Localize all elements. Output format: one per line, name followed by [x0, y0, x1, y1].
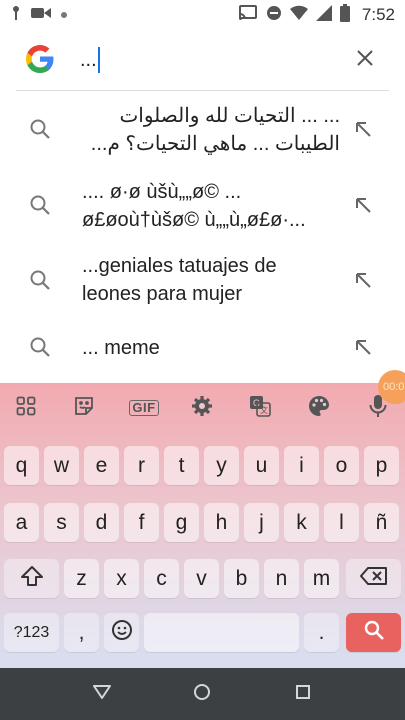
back-button[interactable] — [90, 682, 114, 706]
key-a[interactable]: a — [4, 503, 39, 542]
fill-query-arrow-icon[interactable] — [352, 118, 376, 142]
settings-icon — [191, 395, 213, 422]
suggestion-item[interactable]: ... meme — [0, 328, 405, 368]
key-s[interactable]: s — [44, 503, 79, 542]
svg-text:文: 文 — [260, 405, 268, 415]
key-n-tilde[interactable]: ñ — [364, 503, 399, 542]
shift-key[interactable] — [4, 559, 59, 598]
key-j[interactable]: j — [244, 503, 279, 542]
key-h[interactable]: h — [204, 503, 239, 542]
emoji-key[interactable] — [104, 613, 139, 652]
battery-icon — [339, 3, 350, 27]
key-p[interactable]: p — [364, 446, 399, 485]
search-icon — [28, 268, 52, 292]
key-k[interactable]: k — [284, 503, 319, 542]
home-circle-icon — [193, 683, 211, 706]
key-c[interactable]: c — [144, 559, 179, 598]
apps-grid-icon — [16, 396, 36, 421]
key-x[interactable]: x — [104, 559, 139, 598]
key-v[interactable]: v — [184, 559, 219, 598]
key-d[interactable]: d — [84, 503, 119, 542]
translate-button[interactable]: G文 — [247, 395, 273, 421]
key-t[interactable]: t — [164, 446, 199, 485]
key-e[interactable]: e — [84, 446, 119, 485]
search-icon — [28, 335, 52, 359]
signal-icon — [315, 4, 332, 26]
tool-icon — [10, 5, 22, 26]
status-bar: 7:52 — [0, 0, 405, 30]
key-l[interactable]: l — [324, 503, 359, 542]
search-icon — [28, 117, 52, 141]
symbols-key[interactable]: ?123 — [4, 613, 59, 652]
key-z[interactable]: z — [64, 559, 99, 598]
suggestion-item[interactable]: ...geniales tatuajes de leones para muje… — [0, 252, 405, 316]
key-w[interactable]: w — [44, 446, 79, 485]
key-i[interactable]: i — [284, 446, 319, 485]
gif-button[interactable]: GIF — [128, 395, 160, 421]
suggestion-text: ...geniales tatuajes de leones para muje… — [82, 255, 277, 305]
google-g-logo — [24, 43, 56, 75]
space-bar[interactable] — [144, 613, 299, 652]
apps-grid-button[interactable] — [13, 395, 39, 421]
palette-icon — [308, 395, 330, 422]
clear-search-button[interactable] — [350, 45, 380, 75]
cast-icon — [238, 4, 258, 26]
backspace-key[interactable] — [346, 559, 401, 598]
suggestion-item[interactable]: ... ... التحيات لله والصلوات الطيبات ...… — [0, 100, 405, 164]
keyboard-toolbar: GIF G文 — [0, 383, 405, 433]
key-o[interactable]: o — [324, 446, 359, 485]
emoji-icon — [111, 619, 133, 647]
back-triangle-icon — [93, 684, 111, 705]
search-icon — [28, 193, 52, 217]
fill-query-arrow-icon[interactable] — [352, 336, 376, 360]
translate-icon: G文 — [249, 395, 271, 422]
suggestion-item[interactable]: .... ø·ø ùšù„„ø© ... ø£øoù†ùšø© ù„„ù„ø£ø… — [0, 176, 405, 240]
shift-icon — [20, 565, 44, 593]
theme-button[interactable] — [306, 395, 332, 421]
close-icon — [357, 49, 373, 71]
home-button[interactable] — [190, 682, 214, 706]
text-cursor — [98, 47, 100, 73]
suggestion-text: ... ... التحيات لله والصلوات الطيبات ...… — [90, 105, 340, 155]
sticker-icon — [73, 395, 95, 422]
key-b[interactable]: b — [224, 559, 259, 598]
search-header — [0, 30, 405, 90]
key-f[interactable]: f — [124, 503, 159, 542]
search-enter-key[interactable] — [346, 613, 401, 652]
search-input[interactable] — [80, 46, 340, 74]
suggestion-text: ... meme — [82, 337, 160, 359]
dnd-icon — [266, 5, 282, 26]
comma-key[interactable]: , — [64, 613, 99, 652]
screen-record-badge[interactable]: 00:0 — [378, 370, 405, 404]
dot-icon — [60, 6, 68, 24]
fill-query-arrow-icon[interactable] — [352, 269, 376, 293]
gif-icon: GIF — [129, 400, 159, 416]
fill-query-arrow-icon[interactable] — [352, 194, 376, 218]
sticker-button[interactable] — [71, 395, 97, 421]
key-y[interactable]: y — [204, 446, 239, 485]
recents-button[interactable] — [291, 682, 315, 706]
backspace-icon — [359, 566, 388, 592]
search-icon — [363, 619, 385, 647]
video-camera-icon — [31, 6, 51, 25]
suggestion-text: .... ø·ø ùšù„„ø© ... ø£øoù†ùšø© ù„„ù„ø£ø… — [82, 181, 306, 231]
key-m[interactable]: m — [304, 559, 339, 598]
keyboard-settings-button[interactable] — [189, 395, 215, 421]
wifi-icon — [289, 5, 308, 26]
period-key[interactable]: . — [304, 613, 339, 652]
key-g[interactable]: g — [164, 503, 199, 542]
key-r[interactable]: r — [124, 446, 159, 485]
key-u[interactable]: u — [244, 446, 279, 485]
keyboard: GIF G文 q w e r t y u i o p a s d f g h j… — [0, 383, 405, 668]
navigation-bar — [0, 668, 405, 720]
header-divider — [16, 90, 389, 91]
clock: 7:52 — [361, 5, 395, 24]
key-n[interactable]: n — [264, 559, 299, 598]
recents-square-icon — [295, 684, 311, 705]
key-q[interactable]: q — [4, 446, 39, 485]
